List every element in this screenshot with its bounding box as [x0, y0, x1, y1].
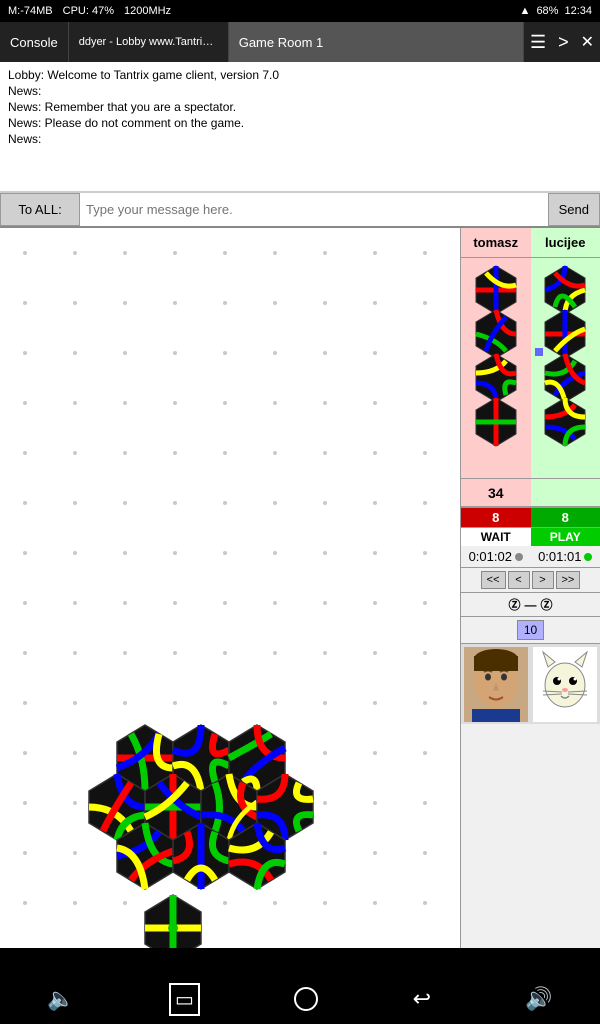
nav-next-next-button[interactable]: >>: [556, 571, 581, 589]
tomasz-name: tomasz: [473, 235, 518, 250]
wifi-icon: ▲: [520, 5, 531, 17]
players-row: tomasz lucijee: [461, 228, 600, 258]
player-header-lucijee: lucijee: [531, 228, 600, 258]
game-board-svg: [0, 228, 460, 948]
cpu-label: CPU: 47%: [63, 5, 114, 17]
board-area[interactable]: [0, 228, 460, 948]
lucijee-score: [531, 479, 600, 506]
nav-prev-button[interactable]: <: [508, 571, 530, 589]
z-right-icon[interactable]: Ⓩ: [541, 596, 553, 613]
status-left: M:-74MB CPU: 47% 1200MHz: [8, 5, 171, 17]
message-input[interactable]: [80, 193, 548, 226]
lucijee-time: 0:01:01: [531, 546, 600, 567]
time-label: 12:34: [564, 5, 592, 17]
lucijee-name: lucijee: [545, 235, 585, 250]
tomasz-score-value: 34: [488, 485, 504, 501]
freq-label: 1200MHz: [124, 5, 171, 17]
tab-close-icon[interactable]: ✕: [575, 32, 600, 52]
tab-more-icon[interactable]: >: [552, 32, 575, 53]
tab-menu-icon[interactable]: ☰: [524, 32, 552, 53]
game-area: tomasz lucijee: [0, 228, 600, 948]
chat-area: Lobby: Welcome to Tantrix game client, v…: [0, 62, 600, 192]
chat-line-2: News: Remember that you are a spectator.: [8, 100, 592, 114]
tomasz-dot: [515, 553, 523, 561]
chat-line-4: News:: [8, 132, 592, 146]
lucijee-avatar: [531, 644, 600, 724]
status-right: ▲ 68% 12:34: [520, 5, 592, 17]
battery-label: 68%: [536, 5, 558, 17]
side-panel: tomasz lucijee: [460, 228, 600, 948]
move-counter-row: 10: [461, 616, 600, 643]
volume-up-icon[interactable]: 🔊: [525, 986, 552, 1012]
tomasz-time: 0:01:02: [461, 546, 531, 567]
z-arrow: —: [525, 598, 537, 612]
timer-section: 8 8 WAIT PLAY 0:01:02 0:01:01: [461, 506, 600, 567]
to-all-button[interactable]: To ALL:: [0, 193, 80, 226]
timer-badges: 8 8: [461, 508, 600, 527]
tomasz-tiles-svg: [467, 262, 525, 462]
send-button[interactable]: Send: [548, 193, 600, 226]
tomasz-avatar-svg: [464, 647, 528, 722]
timer-labels: WAIT PLAY: [461, 527, 600, 546]
status-bar: M:-74MB CPU: 47% 1200MHz ▲ 68% 12:34: [0, 0, 600, 22]
scores-row: 34: [461, 478, 600, 506]
tiles-display-row: [461, 258, 600, 478]
volume-down-icon[interactable]: 🔈: [47, 986, 74, 1012]
lucijee-status-label: PLAY: [531, 527, 600, 546]
recent-apps-icon[interactable]: ▭: [169, 983, 200, 1016]
tomasz-time-value: 0:01:02: [469, 549, 512, 564]
tab-bar: Console ddyer - Lobby www.Tantrix.com Ga…: [0, 22, 600, 62]
z-nav: Ⓩ — Ⓩ: [461, 592, 600, 616]
to-all-label: To ALL:: [18, 202, 61, 217]
lucijee-timer-badge: 8: [531, 508, 600, 527]
lucijee-tiles-svg: [536, 262, 594, 462]
player-header-tomasz: tomasz: [461, 228, 531, 258]
lucijee-avatar-svg: [533, 647, 597, 722]
tab-gameroom[interactable]: Game Room 1: [229, 22, 524, 62]
tomasz-tiles: [461, 258, 531, 478]
nav-next-button[interactable]: >: [532, 571, 554, 589]
tab-bar-actions: ☰ > ✕: [524, 32, 600, 53]
nav-row: << < > >>: [461, 567, 600, 592]
nav-prev-prev-button[interactable]: <<: [481, 571, 506, 589]
tab-lobby-label: ddyer - Lobby www.Tantrix.com: [79, 36, 218, 48]
home-icon[interactable]: [294, 987, 318, 1011]
mem-label: M:-74MB: [8, 5, 53, 17]
lucijee-dot: [584, 553, 592, 561]
tab-lobby[interactable]: ddyer - Lobby www.Tantrix.com: [69, 22, 229, 62]
lucijee-time-value: 0:01:01: [538, 549, 581, 564]
message-row: To ALL: Send: [0, 192, 600, 228]
tab-gameroom-label: Game Room 1: [239, 35, 324, 50]
chat-line-0: Lobby: Welcome to Tantrix game client, v…: [8, 68, 592, 82]
back-icon[interactable]: ↩: [413, 986, 431, 1012]
avatar-row: [461, 643, 600, 724]
chat-line-3: News: Please do not comment on the game.: [8, 116, 592, 130]
chat-line-1: News:: [8, 84, 592, 98]
timer-times: 0:01:02 0:01:01: [461, 546, 600, 567]
tomasz-status-label: WAIT: [461, 527, 531, 546]
tab-console[interactable]: Console: [0, 22, 69, 62]
tomasz-avatar: [461, 644, 531, 724]
bottom-nav-bar: 🔈 ▭ ↩ 🔊: [0, 974, 600, 1024]
z-left-icon[interactable]: Ⓩ: [508, 596, 520, 613]
send-label: Send: [559, 202, 589, 217]
tomasz-timer-badge: 8: [461, 508, 531, 527]
tomasz-score: 34: [461, 479, 531, 506]
move-counter: 10: [517, 620, 544, 640]
lucijee-tiles: [531, 258, 600, 478]
tab-console-label: Console: [10, 35, 58, 50]
